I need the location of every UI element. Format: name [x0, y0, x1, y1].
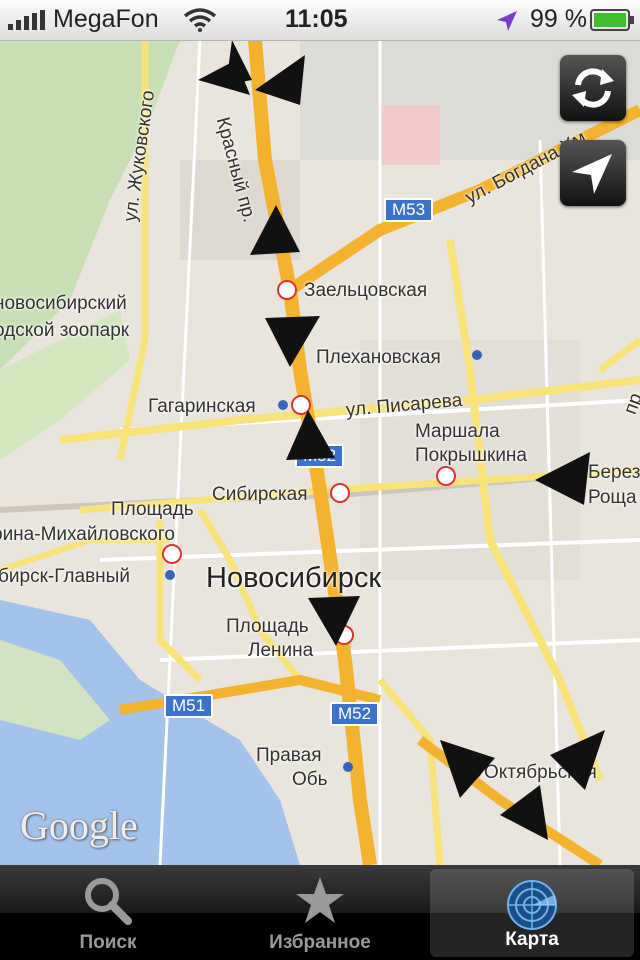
- status-bar: MegaFon 11:05 99 %: [0, 0, 640, 41]
- carrier-name: MegaFon: [53, 5, 159, 33]
- vehicle-arrow-icon: [250, 205, 300, 255]
- radar-icon: [507, 880, 557, 930]
- vehicle-arrow-icon: [286, 410, 335, 460]
- google-attribution: Google: [20, 803, 138, 848]
- search-icon: [85, 878, 132, 925]
- battery-percent: 99 %: [530, 5, 587, 33]
- refresh-button[interactable]: [560, 55, 626, 121]
- signal-icon: [8, 10, 45, 30]
- vehicle-arrow-icon: [265, 316, 320, 367]
- tab-label: Карта: [505, 929, 559, 950]
- clock: 11:05: [285, 5, 348, 33]
- tab-bar: Поиск Избранное Карта: [0, 865, 640, 960]
- tab-label: Избранное: [269, 932, 371, 953]
- vehicle-markers: [198, 40, 605, 840]
- vehicle-arrow-icon: [550, 730, 605, 790]
- tab-favorites[interactable]: Избранное: [220, 865, 420, 960]
- tab-map[interactable]: Карта: [430, 869, 634, 957]
- battery-icon: [590, 9, 634, 31]
- refresh-icon: [572, 68, 614, 108]
- vehicle-arrow-icon: [255, 55, 305, 105]
- vehicle-arrow-icon: [308, 596, 360, 646]
- locate-button[interactable]: [560, 140, 626, 206]
- location-arrow-icon: [572, 154, 612, 194]
- tab-label: Поиск: [79, 932, 137, 953]
- vehicle-arrow-icon: [440, 740, 495, 798]
- vehicle-arrow-icon: [535, 452, 590, 505]
- location-services-icon: [497, 11, 517, 31]
- vehicle-arrow-icon: [500, 785, 548, 840]
- star-icon: [296, 877, 344, 923]
- map-view[interactable]: ул. Жуковского Красный пр. ул. Богдана Х…: [0, 40, 640, 865]
- tab-search[interactable]: Поиск: [8, 865, 208, 960]
- wifi-icon: [183, 8, 217, 32]
